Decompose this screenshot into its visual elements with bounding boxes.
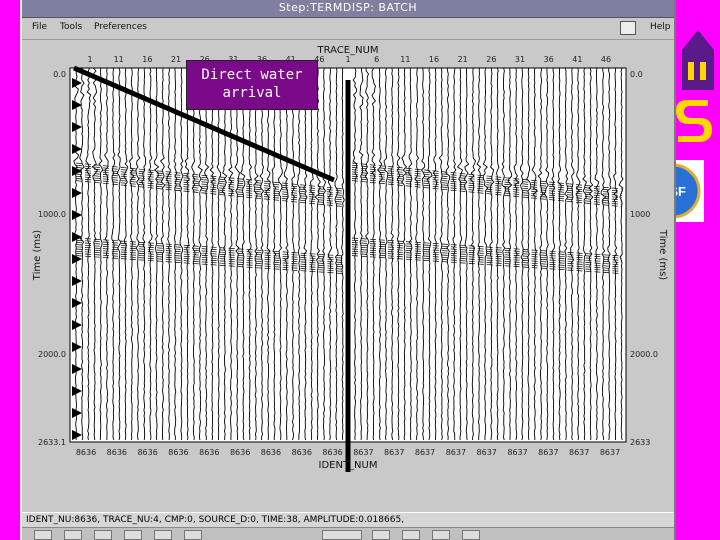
top-tick-label: 21 (171, 55, 181, 64)
top-tick-label: 21 (458, 55, 468, 64)
tool-button[interactable] (402, 530, 420, 540)
right-tick-label: 2633 (630, 438, 650, 447)
bottom-axis-title: IDENT_NUM (319, 460, 378, 471)
bottom-tick-label: 8636 (292, 448, 312, 457)
top-tick-label: 26 (486, 55, 496, 64)
tool-button[interactable] (184, 530, 202, 540)
top-tick-label: 16 (142, 55, 152, 64)
menu-tools[interactable]: Tools (60, 22, 82, 32)
tool-button[interactable] (34, 530, 52, 540)
callout-line-2: arrival (222, 85, 282, 101)
bottom-tick-label: 8636 (137, 448, 157, 457)
direct-water-arrival-callout: Direct water arrival (186, 60, 318, 110)
top-tick-label: 11 (400, 55, 410, 64)
top-tick-label: 11 (114, 55, 124, 64)
left-tick-label: 2000.0 (38, 350, 66, 359)
top-tick-label: 16 (429, 55, 439, 64)
bottom-tick-label: 8637 (446, 448, 466, 457)
window-title: Step:TERMDISP: BATCH (278, 1, 418, 14)
bottom-tick-label: 8636 (76, 448, 96, 457)
right-axis-title: Time (ms) (657, 229, 668, 281)
bottom-tick-label: 8636 (107, 448, 127, 457)
top-tick-label: 31 (515, 55, 525, 64)
callout-line-1: Direct water (201, 67, 303, 83)
bottom-tick-label: 8637 (384, 448, 404, 457)
left-tick-label: 2633.1 (38, 438, 66, 447)
menu-bar: File Tools Preferences Help (22, 18, 674, 40)
bottom-tick-label: 8637 (415, 448, 435, 457)
right-tick-label: 1000 (630, 210, 650, 219)
menu-preferences[interactable]: Preferences (94, 22, 147, 32)
bottom-tick-label: 8636 (230, 448, 250, 457)
bottom-tick-label: 8636 (322, 448, 342, 457)
tool-button[interactable] (372, 530, 390, 540)
tool-field[interactable] (322, 530, 362, 540)
tool-button[interactable] (462, 530, 480, 540)
top-tick-label: 36 (544, 55, 554, 64)
right-tick-label: 0.0 (630, 70, 643, 79)
tool-button[interactable] (432, 530, 450, 540)
left-axis-title: Time (ms) (32, 230, 43, 282)
tool-button[interactable] (124, 530, 142, 540)
seismic-plot[interactable]: 1111621263136414616111621263136414686368… (28, 40, 668, 480)
left-tick-label: 1000.0 (38, 210, 66, 219)
status-text: IDENT_NU:8636, TRACE_NU:4, CMP:0, SOURCE… (26, 515, 405, 525)
notepad-icon[interactable] (620, 21, 636, 35)
tool-button[interactable] (94, 530, 112, 540)
top-tick-label: 46 (601, 55, 611, 64)
seismic-plot-area: 1111621263136414616111621263136414686368… (28, 40, 668, 480)
application-window: Step:TERMDISP: BATCH File Tools Preferen… (20, 0, 676, 540)
tool-button[interactable] (64, 530, 82, 540)
bottom-tick-label: 8637 (477, 448, 497, 457)
left-tick-label: 0.0 (53, 70, 66, 79)
bottom-tick-label: 8637 (507, 448, 527, 457)
tool-button[interactable] (154, 530, 172, 540)
bottom-tick-label: 8637 (353, 448, 373, 457)
bottom-tick-label: 8636 (261, 448, 281, 457)
bottom-tick-label: 8637 (569, 448, 589, 457)
bottom-tick-label: 8637 (600, 448, 620, 457)
bottom-tick-label: 8636 (168, 448, 188, 457)
top-tick-label: 41 (572, 55, 582, 64)
top-axis-title: TRACE_NUM (316, 45, 378, 56)
bottom-toolbar (22, 528, 674, 540)
bottom-tick-label: 8637 (538, 448, 558, 457)
top-tick-label: 6 (374, 55, 379, 64)
menu-help[interactable]: Help (650, 22, 671, 32)
title-bar[interactable]: Step:TERMDISP: BATCH (22, 0, 674, 18)
bottom-tick-label: 8636 (199, 448, 219, 457)
top-tick-label: 1 (345, 55, 350, 64)
status-bar: IDENT_NU:8636, TRACE_NU:4, CMP:0, SOURCE… (22, 512, 674, 528)
right-tick-label: 2000.0 (630, 350, 658, 359)
top-tick-label: 1 (87, 55, 92, 64)
menu-file[interactable]: File (32, 22, 47, 32)
